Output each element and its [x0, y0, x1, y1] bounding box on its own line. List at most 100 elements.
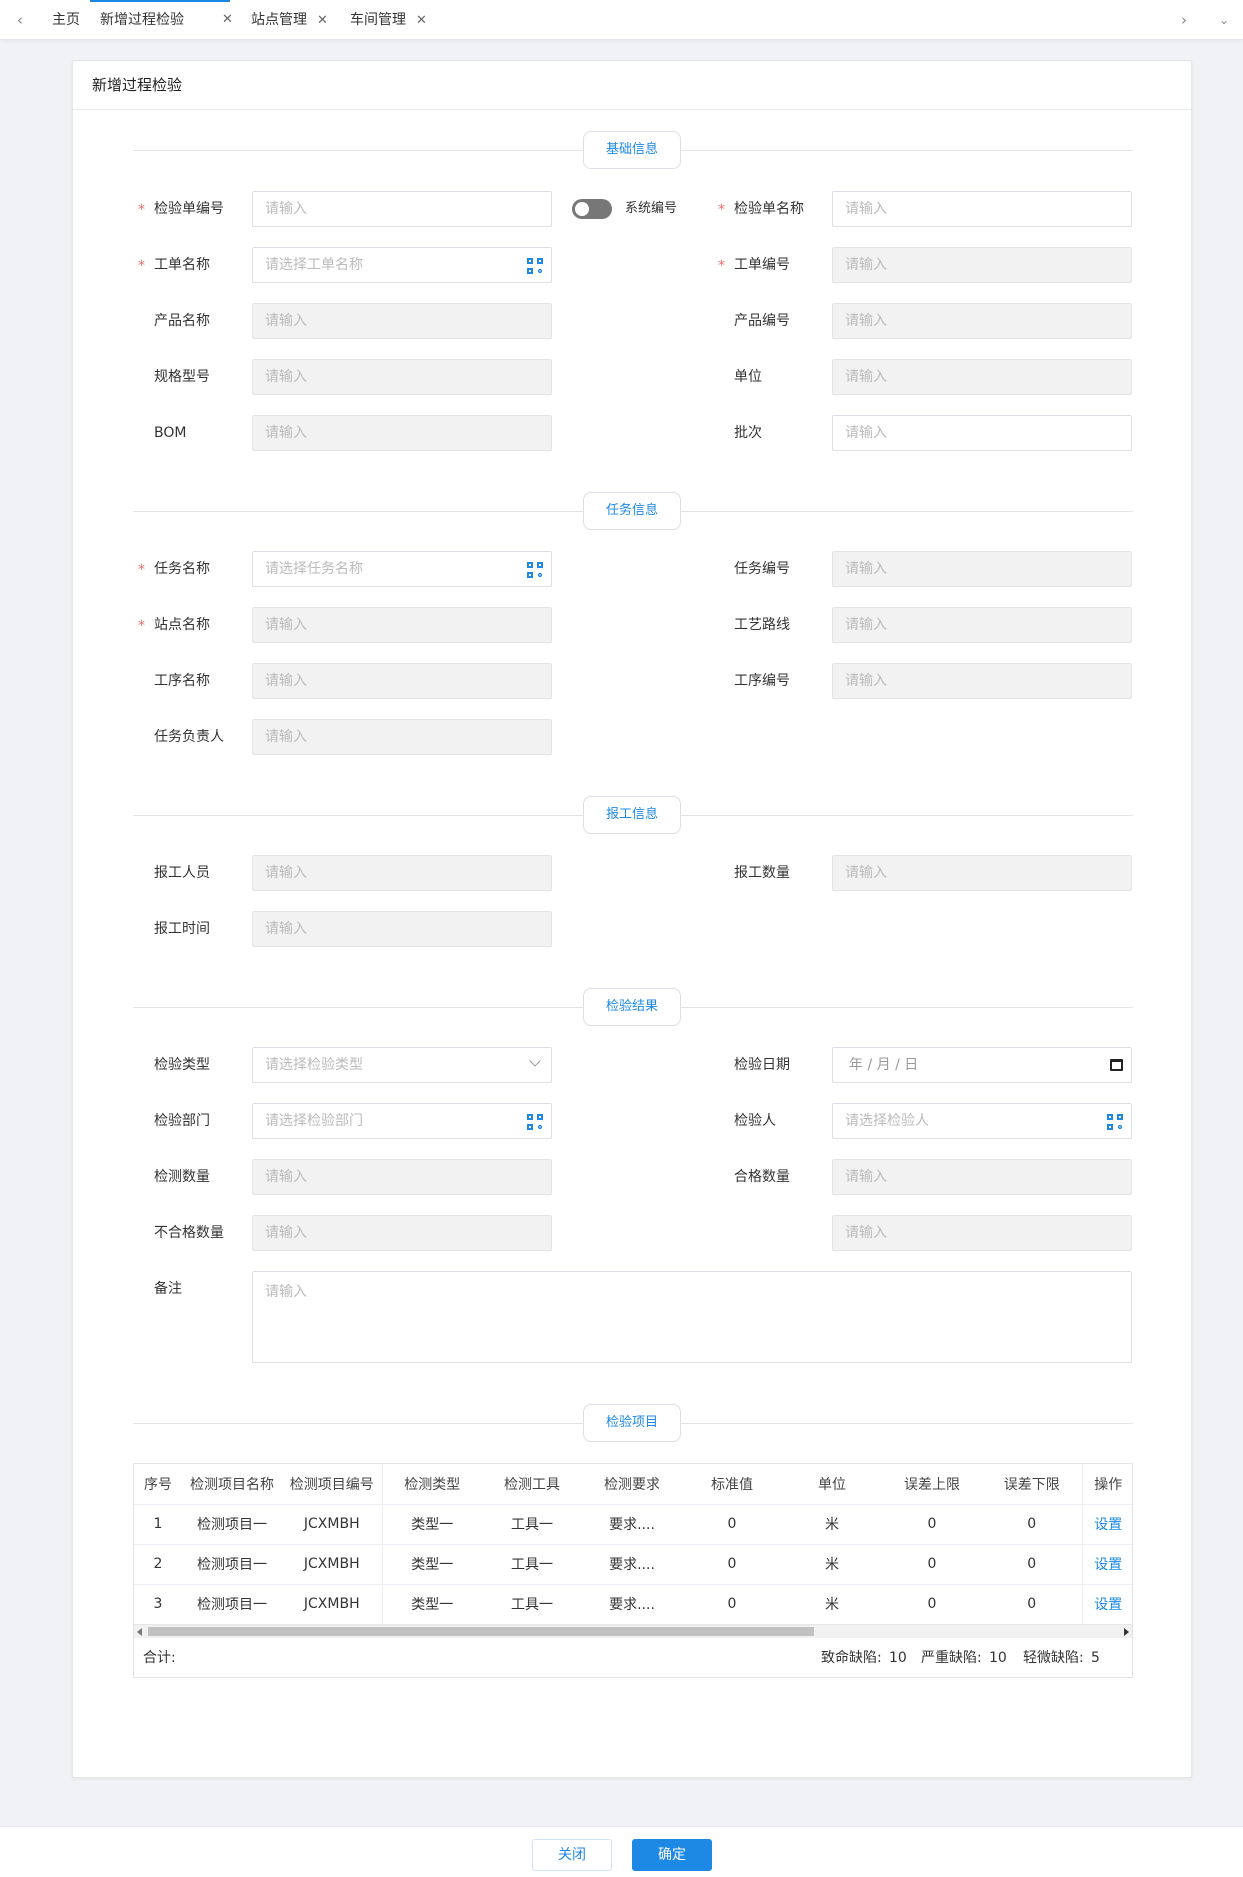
table-cell: 0 [982, 1504, 1082, 1545]
product-no-input: 请输入 [832, 303, 1132, 339]
table-cell: 米 [782, 1544, 882, 1585]
extra-input: 请输入 [832, 1215, 1132, 1251]
required-mark: * [138, 562, 145, 578]
fail-qty-input: 请输入 [252, 1215, 552, 1251]
label-inspect-name: 检验单名称 [734, 201, 804, 217]
label-inspect-no: 检验单编号 [154, 201, 224, 217]
minor-defect-label: 轻微缺陷: [1023, 1650, 1084, 1666]
table-cell: 类型一 [381, 1544, 482, 1585]
col-header: 操作 [1081, 1464, 1132, 1505]
label-report-qty: 报工数量 [734, 865, 790, 881]
table-row: 1 检测项目一 JCXMBH 类型一 工具一 要求.... 0 米 0 0 设置 [134, 1504, 1132, 1545]
table-cell: 工具一 [482, 1584, 582, 1625]
table-cell: 类型一 [381, 1504, 482, 1545]
table-cell: 0 [682, 1584, 782, 1625]
col-header: 单位 [782, 1464, 882, 1505]
tabs-menu-chevron-down-icon[interactable]: ⌄ [1212, 0, 1236, 40]
report-time-input: 请输入 [252, 911, 552, 947]
label-spec-model: 规格型号 [154, 369, 210, 385]
tab-workshop-management[interactable]: 车间管理 ✕ [350, 0, 427, 40]
batch-input[interactable]: 请输入 [832, 415, 1132, 451]
section-inspection-result-title: 检验结果 [583, 988, 681, 1026]
system-no-toggle[interactable] [572, 199, 612, 219]
inspect-type-select[interactable]: 请选择检验类型 [252, 1047, 552, 1083]
settings-link[interactable]: 设置 [1081, 1584, 1132, 1625]
close-button[interactable]: 关闭 [532, 1839, 612, 1871]
inspect-no-input[interactable]: 请输入 [252, 191, 552, 227]
label-pass-qty: 合格数量 [734, 1169, 790, 1185]
form-card: 新增过程检验 基础信息 * 检验单编号 请输入 系统编号 * 检验单名称 请输入… [72, 60, 1192, 1778]
procedure-no-input: 请输入 [832, 663, 1132, 699]
label-unit: 单位 [734, 369, 762, 385]
section-task-info: 任务信息 [133, 492, 1133, 530]
label-report-time: 报工时间 [154, 921, 210, 937]
table-summary: 合计: 致命缺陷: 10 严重缺陷: 10 轻微缺陷: 5 [134, 1638, 1132, 1677]
qr-scan-icon[interactable] [527, 562, 543, 578]
table-cell: JCXMBH [282, 1504, 382, 1545]
col-header: 序号 [134, 1464, 182, 1505]
inspect-name-input[interactable]: 请输入 [832, 191, 1132, 227]
col-header: 误差下限 [982, 1464, 1082, 1505]
label-inspect-dept: 检验部门 [154, 1113, 210, 1129]
table-cell: 检测项目一 [182, 1584, 282, 1625]
qr-scan-icon[interactable] [527, 258, 543, 274]
table-cell: 1 [134, 1504, 182, 1545]
section-task-info-title: 任务信息 [583, 492, 681, 530]
label-inspect-type: 检验类型 [154, 1057, 210, 1073]
test-qty-input: 请输入 [252, 1159, 552, 1195]
tab-home[interactable]: 主页 [52, 0, 80, 40]
total-label: 合计: [143, 1650, 176, 1666]
tab-close-icon[interactable]: ✕ [416, 13, 427, 28]
tab-close-icon[interactable]: ✕ [222, 0, 233, 40]
section-report-info: 报工信息 [133, 796, 1133, 834]
qr-scan-icon[interactable] [1107, 1114, 1123, 1130]
section-report-info-title: 报工信息 [583, 796, 681, 834]
required-mark: * [138, 618, 145, 634]
tab-close-icon[interactable]: ✕ [317, 13, 328, 28]
col-header: 检测项目名称 [182, 1464, 282, 1505]
tabs-scroll-right-icon[interactable]: › [1172, 0, 1196, 40]
work-order-name-select[interactable]: 请选择工单名称 [252, 247, 552, 283]
settings-link[interactable]: 设置 [1081, 1504, 1132, 1545]
table-cell: 检测项目一 [182, 1544, 282, 1585]
table-cell: 0 [982, 1584, 1082, 1625]
settings-link[interactable]: 设置 [1081, 1544, 1132, 1585]
tabs-scroll-left-icon[interactable]: ‹ [8, 0, 32, 40]
table-horizontal-scrollbar[interactable] [134, 1624, 1132, 1638]
task-owner-input: 请输入 [252, 719, 552, 755]
required-mark: * [138, 202, 145, 218]
tab-station-management[interactable]: 站点管理 ✕ [251, 0, 328, 40]
confirm-button[interactable]: 确定 [632, 1839, 712, 1871]
section-basic-info-title: 基础信息 [583, 131, 681, 169]
qr-scan-icon[interactable] [527, 1114, 543, 1130]
required-mark: * [138, 258, 145, 274]
tab-bar: ‹ 主页 新增过程检验 ✕ 站点管理 ✕ 车间管理 ✕ › ⌄ [0, 0, 1243, 40]
calendar-icon[interactable] [1110, 1059, 1123, 1071]
inspect-date-input[interactable]: 年 / 月 / 日 [832, 1047, 1132, 1083]
col-header: 检测项目编号 [282, 1464, 382, 1505]
scroll-right-arrow-icon[interactable] [1124, 1628, 1129, 1636]
table-cell: JCXMBH [282, 1584, 382, 1625]
section-inspection-items: 检验项目 [133, 1404, 1133, 1442]
inspector-select[interactable]: 请选择检验人 [832, 1103, 1132, 1139]
table-cell: JCXMBH [282, 1544, 382, 1585]
label-bom: BOM [154, 425, 187, 441]
table-cell: 类型一 [381, 1584, 482, 1625]
table-cell: 工具一 [482, 1504, 582, 1545]
label-task-owner: 任务负责人 [154, 729, 224, 745]
fatal-defect-value: 10 [889, 1650, 907, 1666]
inspect-dept-select[interactable]: 请选择检验部门 [252, 1103, 552, 1139]
task-name-select[interactable]: 请选择任务名称 [252, 551, 552, 587]
label-task-no: 任务编号 [734, 561, 790, 577]
table-cell: 检测项目一 [182, 1504, 282, 1545]
tab-new-process-inspection[interactable]: 新增过程检验 ✕ [90, 0, 233, 40]
scrollbar-thumb[interactable] [148, 1627, 814, 1636]
table-header-row: 序号 检测项目名称 检测项目编号 检测类型 检测工具 检测要求 标准值 单位 误… [134, 1464, 1132, 1505]
label-test-qty: 检测数量 [154, 1169, 210, 1185]
remark-textarea[interactable]: 请输入 [252, 1271, 1132, 1363]
minor-defect-value: 5 [1091, 1650, 1100, 1666]
table-row: 2 检测项目一 JCXMBH 类型一 工具一 要求.... 0 米 0 0 设置 [134, 1544, 1132, 1585]
scroll-left-arrow-icon[interactable] [137, 1628, 142, 1636]
label-work-order-no: 工单编号 [734, 257, 790, 273]
label-remark: 备注 [154, 1281, 182, 1297]
